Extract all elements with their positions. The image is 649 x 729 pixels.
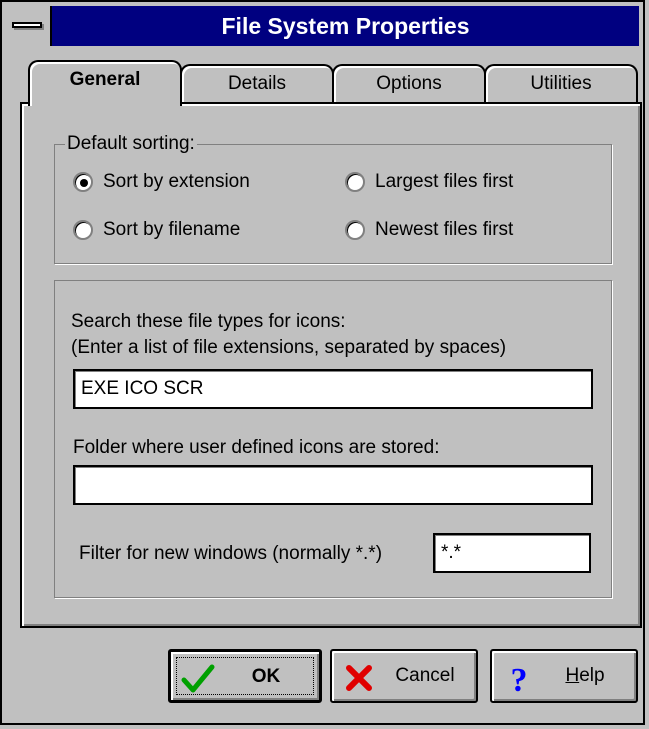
radio-selected-dot [80,179,88,187]
newest-files-first-label: Newest files first [375,219,514,240]
icon-settings-group: Search these file types for icons: (Ente… [54,280,612,598]
icon-folder-label: Folder where user defined icons are stor… [73,437,440,458]
tab-utilities[interactable]: Utilities [484,64,638,104]
ok-button[interactable]: OK [168,649,322,703]
radio-indicator [73,220,93,240]
icon-folder-input[interactable] [73,465,593,505]
tab-options-label: Options [376,73,442,94]
sort-by-filename-label: Sort by filename [103,219,241,240]
radio-indicator [345,172,365,192]
file-types-input[interactable]: EXE ICO SCR [73,369,593,409]
help-label-rest: elp [579,665,605,686]
tab-details[interactable]: Details [180,64,334,104]
filter-label: Filter for new windows (normally *.*) [79,543,383,564]
ok-label: OK [251,666,281,687]
tab-options[interactable]: Options [332,64,486,104]
default-sorting-group: Default sorting: Sort by extension Large… [54,134,612,264]
help-mnemonic: H [565,665,580,686]
filter-input[interactable]: *.* [433,533,591,573]
tab-details-label: Details [227,73,287,94]
cancel-button[interactable]: Cancel [330,649,478,703]
radio-indicator [73,172,93,192]
default-sorting-legend: Default sorting: [65,133,197,154]
radio-indicator [345,220,365,240]
system-menu-icon[interactable] [6,6,52,46]
window-title: File System Properties [221,13,470,39]
svg-text:?: ? [511,662,528,695]
cancel-label: Cancel [395,665,455,686]
help-label: Help [540,651,630,701]
title-bar: File System Properties [6,6,639,46]
question-mark-icon: ? [511,662,528,695]
checkmark-icon [181,664,215,693]
sort-by-extension-label: Sort by extension [103,171,250,192]
red-x-icon [346,665,372,691]
tab-general[interactable]: General [28,60,182,106]
tab-general-label: General [69,69,141,90]
general-tab-panel: Default sorting: Sort by extension Large… [20,102,642,628]
help-button[interactable]: ? Help [490,649,638,703]
largest-files-first-label: Largest files first [375,171,514,192]
tab-utilities-label: Utilities [530,73,592,94]
search-file-types-hint: (Enter a list of file extensions, separa… [71,337,507,358]
search-file-types-label: Search these file types for icons: [71,311,346,332]
